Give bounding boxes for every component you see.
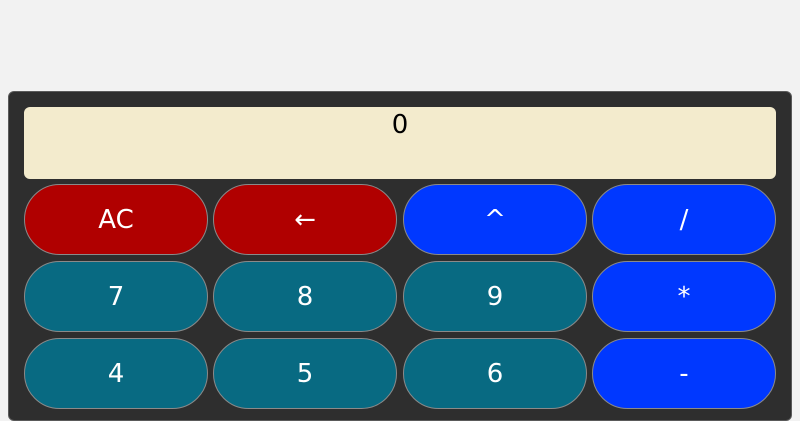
calculator: 0 AC ← ^ / 7 8 9 * 4 5 6 - — [8, 91, 792, 421]
all-clear-button[interactable]: AC — [24, 184, 208, 255]
divide-button[interactable]: / — [592, 184, 776, 255]
digit-5-button[interactable]: 5 — [213, 338, 397, 409]
multiply-button[interactable]: * — [592, 261, 776, 332]
digit-4-button[interactable]: 4 — [24, 338, 208, 409]
digit-7-button[interactable]: 7 — [24, 261, 208, 332]
calculator-display: 0 — [24, 107, 776, 179]
digit-8-button[interactable]: 8 — [213, 261, 397, 332]
digit-9-button[interactable]: 9 — [403, 261, 587, 332]
digit-6-button[interactable]: 6 — [403, 338, 587, 409]
backspace-button[interactable]: ← — [213, 184, 397, 255]
power-button[interactable]: ^ — [403, 184, 587, 255]
subtract-button[interactable]: - — [592, 338, 776, 409]
